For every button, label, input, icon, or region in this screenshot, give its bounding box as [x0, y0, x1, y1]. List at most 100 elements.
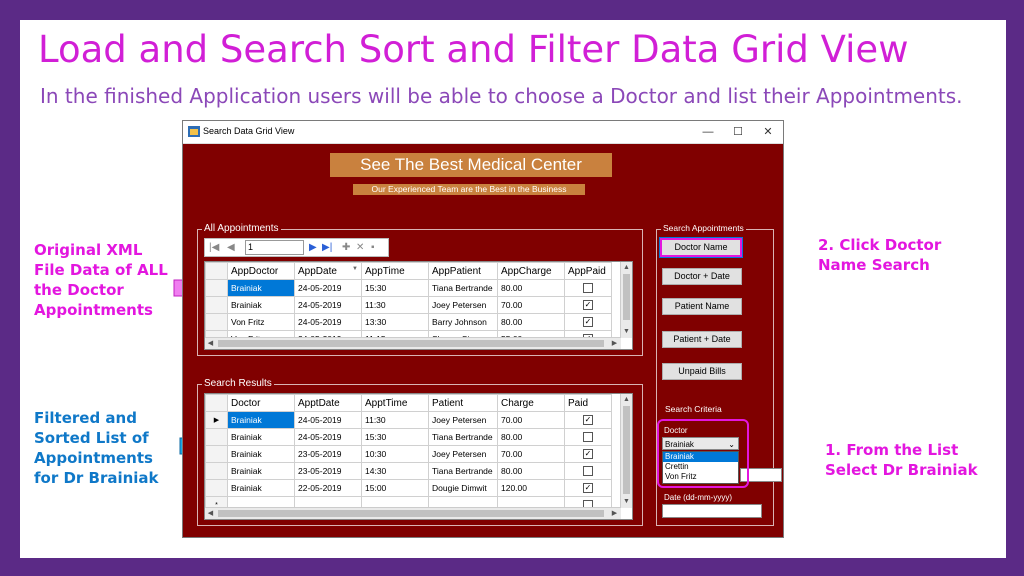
search-results-grid[interactable]: Doctor ApptDate ApptTime Patient Charge …	[204, 393, 633, 520]
close-button[interactable]: ✕	[759, 124, 777, 140]
horizontal-scrollbar[interactable]: ◀ ▶	[205, 337, 621, 349]
position-input[interactable]: 1	[245, 240, 304, 255]
maximize-button[interactable]: ☐	[729, 124, 747, 140]
table-cell[interactable]: 11:30	[361, 411, 429, 429]
table-cell[interactable]: Joey Petersen	[428, 296, 498, 314]
table-cell[interactable]: 24-05-2019	[294, 313, 362, 331]
column-header[interactable]: Paid	[564, 394, 612, 412]
add-new-icon[interactable]: ✚	[342, 239, 350, 256]
scroll-thumb[interactable]	[623, 406, 630, 494]
column-header[interactable]: AppDate ▼	[294, 262, 362, 280]
paid-cell[interactable]	[564, 462, 612, 480]
row-header[interactable]	[205, 462, 228, 480]
column-header[interactable]: AppPatient	[428, 262, 498, 280]
save-icon[interactable]: ▪	[371, 239, 375, 256]
table-row[interactable]: Brainiak 24-05-2019 15:30 Tiana Bertrande 80…	[205, 279, 612, 297]
table-cell[interactable]: 23-05-2019	[294, 445, 362, 463]
table-cell[interactable]: 15:30	[361, 428, 429, 446]
table-cell[interactable]: 80.00	[497, 313, 565, 331]
row-header[interactable]	[205, 296, 228, 314]
column-header[interactable]: Patient	[428, 394, 498, 412]
table-cell[interactable]: Von Fritz	[227, 313, 295, 331]
table-cell[interactable]: 24-05-2019	[294, 428, 362, 446]
table-cell[interactable]: 120.00	[497, 479, 565, 497]
table-cell[interactable]: 14:30	[361, 462, 429, 480]
paid-checkbox[interactable]: ✓	[583, 483, 593, 494]
vertical-scrollbar[interactable]: ▲ ▼	[620, 262, 632, 338]
column-header[interactable]: AppPaid	[564, 262, 612, 280]
patient-name-button[interactable]: Patient Name	[662, 298, 742, 315]
paid-checkbox[interactable]	[583, 432, 593, 443]
move-first-icon[interactable]: |◀	[209, 239, 219, 256]
paid-checkbox[interactable]: ✓	[583, 415, 593, 426]
scroll-left-icon[interactable]: ◀	[205, 508, 216, 519]
scroll-down-icon[interactable]: ▼	[621, 326, 632, 337]
table-cell[interactable]: Dougie Dimwit	[428, 479, 498, 497]
table-cell[interactable]: Brainiak	[227, 462, 295, 480]
move-previous-icon[interactable]: ◀	[227, 239, 235, 256]
column-header[interactable]: Doctor	[227, 394, 295, 412]
table-cell[interactable]: 80.00	[497, 279, 565, 297]
table-cell[interactable]: Tiana Bertrande	[428, 279, 498, 297]
table-cell[interactable]: Brainiak	[227, 445, 295, 463]
scroll-left-icon[interactable]: ◀	[205, 338, 216, 349]
paid-cell[interactable]	[564, 428, 612, 446]
table-cell[interactable]: 24-05-2019	[294, 411, 362, 429]
scroll-thumb[interactable]	[218, 510, 604, 517]
table-cell[interactable]: Brainiak	[227, 411, 295, 429]
table-cell[interactable]: 70.00	[497, 411, 565, 429]
doctor-date-button[interactable]: Doctor + Date	[662, 268, 742, 285]
table-row[interactable]: Brainiak 23-05-2019 10:30 Joey Petersen 70.0…	[205, 445, 612, 463]
paid-checkbox[interactable]: ✓	[583, 300, 593, 311]
all-appointments-grid[interactable]: AppDoctor AppDate ▼ AppTime AppPatient Ap…	[204, 261, 633, 350]
minimize-button[interactable]: —	[699, 124, 717, 140]
scroll-thumb[interactable]	[623, 274, 630, 320]
paid-cell[interactable]: ✓	[564, 313, 612, 331]
table-cell[interactable]: Barry Johnson	[428, 313, 498, 331]
paid-cell[interactable]: ✓	[564, 479, 612, 497]
paid-cell[interactable]: ✓	[564, 296, 612, 314]
date-input[interactable]	[662, 504, 762, 518]
table-cell[interactable]: Brainiak	[227, 428, 295, 446]
vertical-scrollbar[interactable]: ▲ ▼	[620, 394, 632, 508]
row-header[interactable]	[205, 279, 228, 297]
column-header[interactable]: ApptDate	[294, 394, 362, 412]
table-row[interactable]: Brainiak 24-05-2019 11:30 Joey Petersen 70.0…	[205, 296, 612, 314]
table-cell[interactable]: 23-05-2019	[294, 462, 362, 480]
table-cell[interactable]: 13:30	[361, 313, 429, 331]
delete-icon[interactable]: ✕	[356, 239, 364, 256]
table-cell[interactable]: 11:30	[361, 296, 429, 314]
table-cell[interactable]: Brainiak	[227, 296, 295, 314]
table-cell[interactable]: 15:30	[361, 279, 429, 297]
paid-checkbox[interactable]: ✓	[583, 317, 593, 328]
table-row[interactable]: Brainiak 22-05-2019 15:00 Dougie Dimwit 120.…	[205, 479, 612, 497]
column-header[interactable]: AppDoctor	[227, 262, 295, 280]
column-header[interactable]: AppTime	[361, 262, 429, 280]
table-cell[interactable]: 24-05-2019	[294, 279, 362, 297]
table-cell[interactable]: Tiana Bertrande	[428, 428, 498, 446]
doctor-name-button[interactable]: Doctor Name	[659, 237, 743, 258]
horizontal-scrollbar[interactable]: ◀ ▶	[205, 507, 621, 519]
table-cell[interactable]: 70.00	[497, 296, 565, 314]
move-next-icon[interactable]: ▶	[309, 239, 317, 256]
scroll-thumb[interactable]	[218, 340, 604, 347]
row-header[interactable]: ▶	[205, 411, 228, 429]
table-cell[interactable]: Joey Petersen	[428, 411, 498, 429]
table-cell[interactable]: 80.00	[497, 462, 565, 480]
row-header[interactable]	[205, 313, 228, 331]
paid-cell[interactable]: ✓	[564, 411, 612, 429]
column-header[interactable]: AppCharge	[497, 262, 565, 280]
scroll-right-icon[interactable]: ▶	[609, 338, 620, 349]
paid-checkbox[interactable]	[583, 466, 593, 477]
table-cell[interactable]: 15:00	[361, 479, 429, 497]
paid-checkbox[interactable]	[583, 283, 593, 294]
move-last-icon[interactable]: ▶|	[322, 239, 332, 256]
paid-cell[interactable]: ✓	[564, 445, 612, 463]
table-cell[interactable]: 24-05-2019	[294, 296, 362, 314]
table-cell[interactable]: 70.00	[497, 445, 565, 463]
scroll-right-icon[interactable]: ▶	[609, 508, 620, 519]
table-cell[interactable]: Tiana Bertrande	[428, 462, 498, 480]
row-header[interactable]	[205, 428, 228, 446]
paid-checkbox[interactable]: ✓	[583, 449, 593, 460]
column-header[interactable]: ApptTime	[361, 394, 429, 412]
